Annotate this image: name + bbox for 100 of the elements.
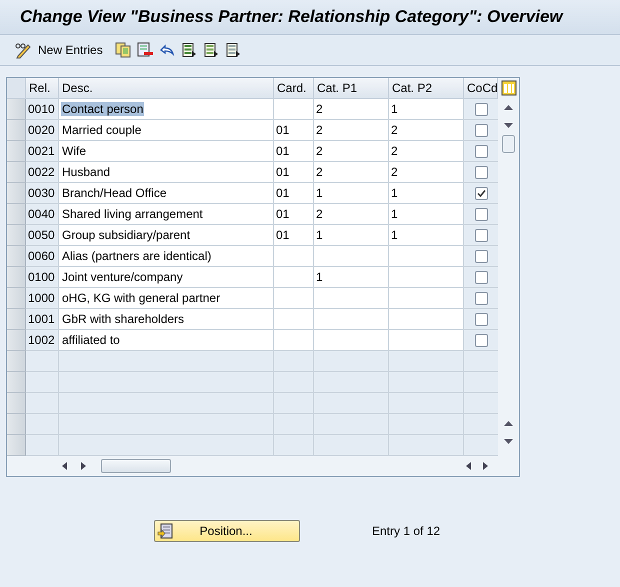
table-cell: 0060 [26, 246, 59, 267]
table-cell: 1 [314, 267, 389, 288]
table-cell: Branch/Head Office [59, 183, 274, 204]
list-icon[interactable] [180, 42, 197, 58]
table-cell: 0022 [26, 162, 59, 183]
row-selector[interactable] [7, 225, 26, 246]
scroll-down-button[interactable] [504, 123, 513, 128]
copy-icon[interactable] [114, 42, 131, 58]
column-header[interactable]: Desc. [59, 78, 274, 99]
table-cell: 01 [274, 204, 314, 225]
table-cell: Group subsidiary/parent [59, 225, 274, 246]
scroll-thumb[interactable] [101, 459, 171, 473]
row-selector[interactable] [7, 99, 26, 120]
table-cell: 1 [314, 183, 389, 204]
entry-count-text: Entry 1 of 12 [372, 524, 440, 538]
table-cell [274, 330, 314, 351]
table-cell: 2 [314, 162, 389, 183]
row-selector[interactable] [7, 393, 26, 414]
table-cell: Wife [59, 141, 274, 162]
row-selector[interactable] [7, 246, 26, 267]
table-cell: GbR with shareholders [59, 309, 274, 330]
table-cell: 1 [389, 204, 464, 225]
table-cell [274, 267, 314, 288]
table-cell: 1 [314, 225, 389, 246]
column-header[interactable]: Cat. P2 [389, 78, 464, 99]
list-icon[interactable] [224, 42, 241, 58]
table-cell: Contact person [59, 99, 274, 120]
table-cell: 1 [389, 225, 464, 246]
scroll-up-button[interactable] [504, 105, 513, 110]
table-cell: 0100 [26, 267, 59, 288]
position-button[interactable]: Position... [154, 520, 300, 542]
column-settings-icon[interactable] [500, 80, 516, 96]
table-cell: 2 [314, 120, 389, 141]
scroll-down-button[interactable] [504, 439, 513, 444]
row-selector[interactable] [7, 414, 26, 435]
table-cell: Married couple [59, 120, 274, 141]
column-header[interactable]: Rel. [26, 78, 59, 99]
table-cell: 0021 [26, 141, 59, 162]
table-cell: 0040 [26, 204, 59, 225]
table-cell: 1 [389, 99, 464, 120]
column-header[interactable]: Cat. P1 [314, 78, 389, 99]
window-title: Change View "Business Partner: Relationship Category": Overview [0, 0, 620, 35]
new-entries-button[interactable]: New Entries [38, 39, 103, 61]
checkbox[interactable] [474, 228, 488, 242]
checkbox[interactable] [474, 102, 488, 116]
row-selector[interactable] [7, 309, 26, 330]
table-cell: 01 [274, 225, 314, 246]
scroll-thumb[interactable] [502, 135, 515, 153]
table-cell: 01 [274, 120, 314, 141]
column-header[interactable]: CoCd [464, 78, 498, 99]
table-cell: 1002 [26, 330, 59, 351]
table-cell: 0010 [26, 99, 59, 120]
table-cell: 2 [314, 99, 389, 120]
table-cell [274, 99, 314, 120]
checkbox[interactable] [474, 312, 488, 326]
row-selector[interactable] [7, 435, 26, 456]
row-selector[interactable] [7, 351, 26, 372]
checkbox[interactable] [474, 292, 488, 304]
column-header[interactable]: Card. [274, 78, 314, 99]
table-cell: 0030 [26, 183, 59, 204]
table-cell: affiliated to [59, 330, 274, 351]
row-selector[interactable] [7, 330, 26, 351]
table-cell: 1 [389, 183, 464, 204]
row-selector[interactable] [7, 267, 26, 288]
row-selector[interactable] [7, 288, 26, 309]
table-cell [274, 309, 314, 330]
table-cell [274, 288, 314, 309]
table-cell: 1001 [26, 309, 59, 330]
row-selector[interactable] [7, 372, 26, 393]
delete-row-icon[interactable] [136, 42, 153, 58]
checkbox[interactable] [474, 186, 488, 200]
table-cell: 01 [274, 162, 314, 183]
scroll-up-button[interactable] [504, 421, 513, 426]
undo-icon[interactable] [158, 42, 175, 58]
table-cell: Shared living arrangement [59, 204, 274, 225]
checkbox[interactable] [474, 166, 488, 178]
checkbox[interactable] [474, 334, 488, 346]
row-selector[interactable] [7, 162, 26, 183]
row-selector[interactable] [7, 204, 26, 225]
row-selector[interactable] [7, 141, 26, 162]
position-icon [157, 523, 173, 539]
checkbox[interactable] [474, 250, 488, 262]
row-selector[interactable] [7, 183, 26, 204]
checkbox[interactable] [474, 208, 488, 220]
table-cell: 2 [389, 141, 464, 162]
table-cell: Joint venture/company [59, 267, 274, 288]
list-icon[interactable] [202, 42, 219, 58]
table-cell: 2 [314, 141, 389, 162]
table-cell: 2 [389, 162, 464, 183]
checkbox[interactable] [474, 270, 488, 284]
table-cell: 2 [314, 204, 389, 225]
row-selector[interactable] [7, 120, 26, 141]
checkbox[interactable] [474, 144, 488, 158]
table-cell: 0020 [26, 120, 59, 141]
table-cell [274, 246, 314, 267]
checkbox[interactable] [474, 124, 488, 136]
table-cell: oHG, KG with general partner [59, 288, 274, 309]
table-cell: 1000 [26, 288, 59, 309]
table-cell: 01 [274, 183, 314, 204]
table-cell: Alias (partners are identical) [59, 246, 274, 267]
